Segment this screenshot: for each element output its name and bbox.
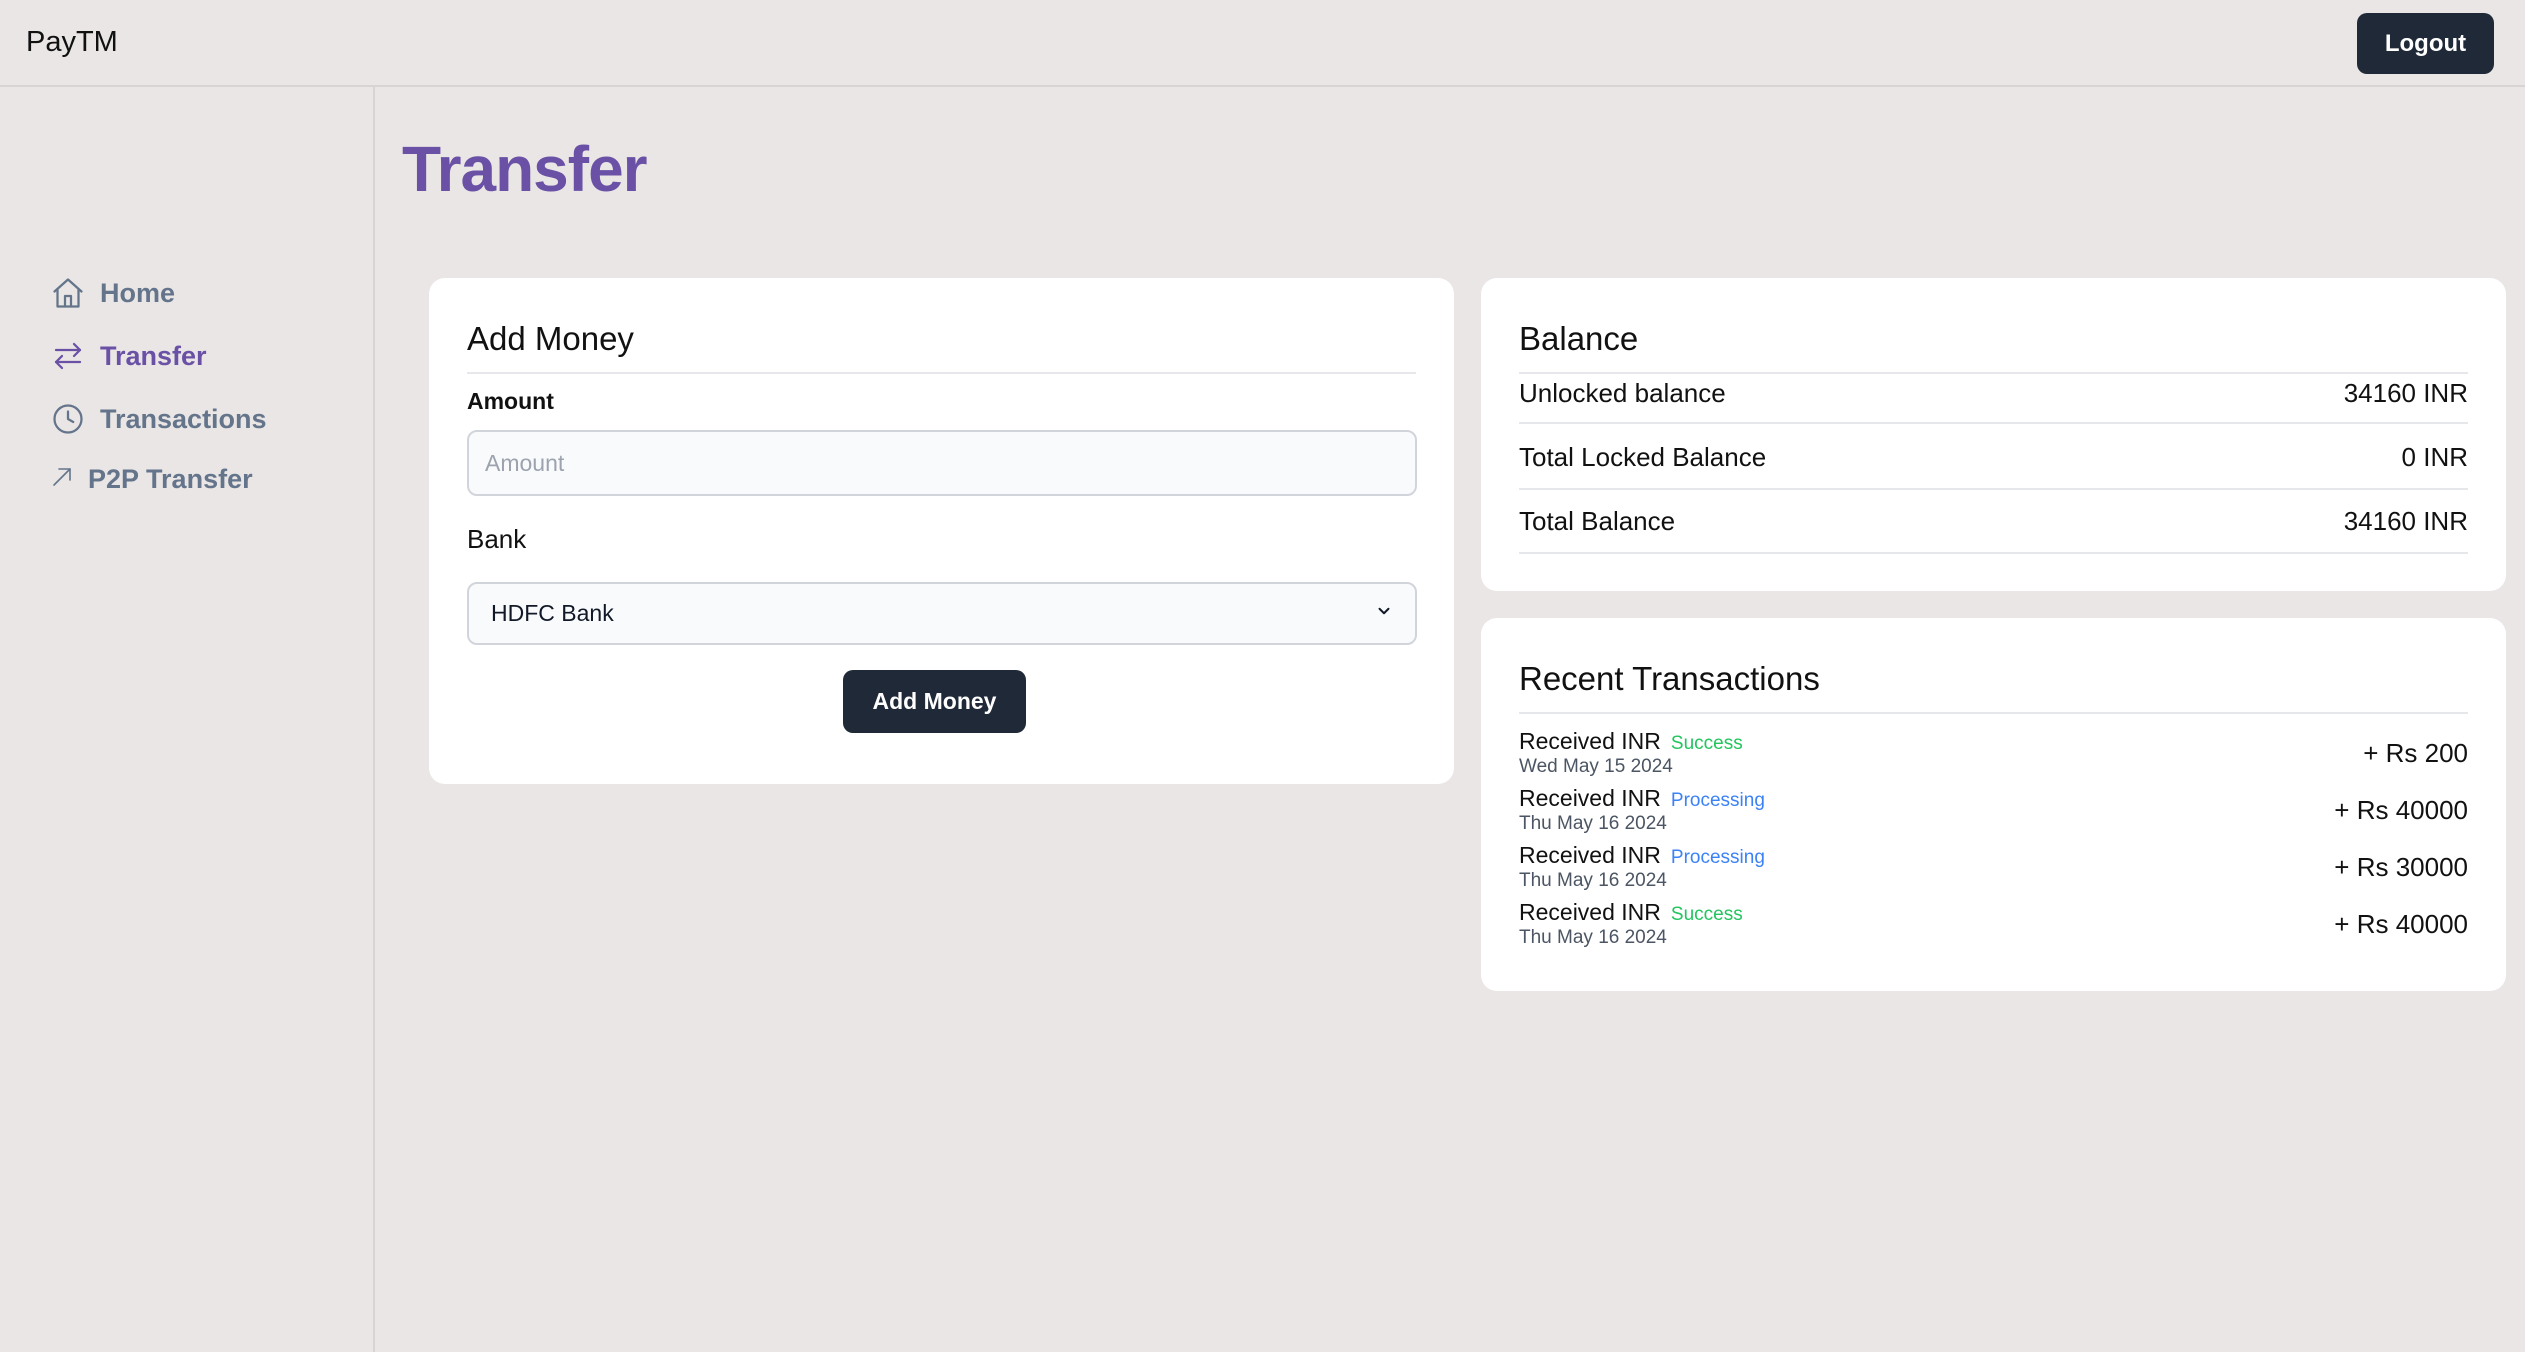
transaction-amount: + Rs 40000 [2334,795,2468,825]
balance-title: Balance [1519,320,1639,357]
balance-label: Total Locked Balance [1519,441,1767,472]
balance-row-total: Total Balance 34160 INR [1519,490,2468,554]
transaction-title: Received INR Processing [1519,842,1765,869]
transaction-row: Received INR Success Wed May 15 2024 + Rs… [1519,728,2468,785]
sidebar-item-transfer[interactable]: Transfer [50,338,207,374]
bank-select-value: HDFC Bank [491,600,614,626]
transaction-date: Wed May 15 2024 [1519,756,1673,777]
balance-card: Balance Unlocked balance 34160 INR Total… [1481,278,2506,591]
logout-button[interactable]: Logout [2357,13,2494,74]
balance-value: 34160 INR [2343,378,2468,408]
clock-icon [50,401,86,437]
transaction-date: Thu May 16 2024 [1519,813,1667,834]
transaction-status: Processing [1670,847,1765,868]
transaction-title-text: Received INR [1519,899,1661,925]
recent-transactions-card: Recent Transactions Received INR Success … [1481,618,2506,991]
add-money-title: Add Money [467,320,634,357]
balance-row-unlocked: Unlocked balance 34160 INR [1519,374,2468,424]
add-money-card: Add Money Amount Bank HDFC Bank Add Mone… [429,278,1454,784]
recent-transactions-title: Recent Transactions [1519,660,1820,697]
home-icon [50,275,86,311]
balance-value: 0 INR [2401,441,2468,472]
sidebar-item-transactions[interactable]: Transactions [50,401,267,437]
balance-label: Unlocked balance [1519,378,1726,408]
balance-label: Total Balance [1519,505,1676,536]
transaction-amount: + Rs 200 [2363,738,2468,768]
transaction-date: Thu May 16 2024 [1519,927,1667,948]
transaction-date: Thu May 16 2024 [1519,870,1667,891]
arrow-up-right-icon [50,465,74,495]
page-title: Transfer [402,133,648,205]
card-divider [467,372,1416,374]
sidebar-item-label: Transfer [100,340,207,371]
sidebar-item-label: P2P Transfer [88,464,253,494]
transaction-amount: + Rs 40000 [2334,909,2468,939]
bank-select[interactable]: HDFC Bank [467,582,1417,645]
balance-row-locked: Total Locked Balance 0 INR [1519,426,2468,490]
transaction-row: Received INR Success Thu May 16 2024 + Rs… [1519,899,2468,956]
transaction-title-text: Received INR [1519,842,1661,868]
brand-logo: PayTM [26,26,118,58]
transaction-row: Received INR Processing Thu May 16 2024 +… [1519,842,2468,899]
balance-value: 34160 INR [2343,505,2468,536]
amount-label: Amount [467,388,554,414]
top-bar: PayTM Logout [0,0,2525,87]
transaction-title: Received INR Success [1519,899,1743,926]
transaction-amount: + Rs 30000 [2334,852,2468,882]
transaction-status: Success [1670,733,1743,754]
sidebar: Home Transfer Transactions P2P Transfer [0,87,375,1352]
transaction-status: Processing [1670,790,1765,811]
sidebar-item-p2p-transfer[interactable]: P2P Transfer [50,464,253,495]
transaction-title: Received INR Processing [1519,785,1765,812]
transaction-title-text: Received INR [1519,728,1661,754]
transaction-title: Received INR Success [1519,728,1743,755]
transfer-icon [50,338,86,374]
transaction-row: Received INR Processing Thu May 16 2024 +… [1519,785,2468,842]
transaction-title-text: Received INR [1519,785,1661,811]
transaction-status: Success [1670,904,1743,925]
sidebar-item-home[interactable]: Home [50,275,175,311]
sidebar-item-label: Transactions [100,403,267,434]
card-divider [1519,712,2468,714]
bank-label: Bank [467,524,527,554]
chevron-down-icon [1375,602,1393,625]
add-money-button[interactable]: Add Money [843,670,1026,733]
sidebar-item-label: Home [100,277,176,308]
amount-input[interactable] [467,430,1417,496]
